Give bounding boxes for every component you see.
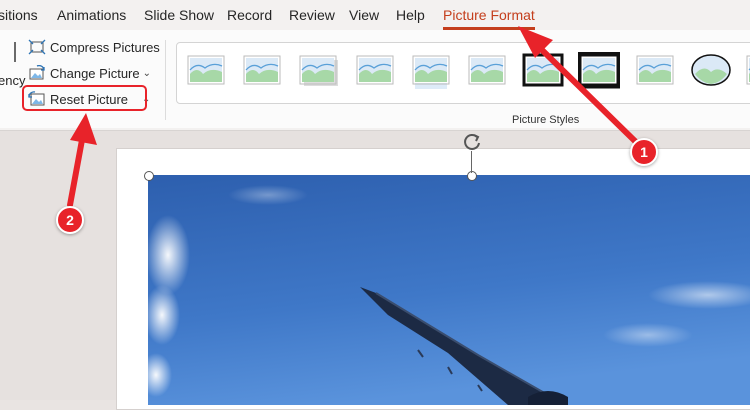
change-picture-button[interactable]: Change Picture ⌄ — [28, 62, 151, 84]
rotate-handle-icon[interactable] — [461, 131, 483, 153]
group-divider — [165, 40, 166, 120]
picture-style-thumbnail[interactable] — [690, 52, 732, 90]
tab-slide-show[interactable]: Slide Show — [144, 7, 214, 23]
resize-handle-top-middle[interactable] — [467, 171, 477, 181]
tab-view[interactable]: View — [349, 7, 379, 23]
callout-badge-1: 1 — [630, 138, 658, 166]
callout-badge-2: 2 — [56, 206, 84, 234]
picture-style-thumbnail[interactable] — [410, 52, 452, 90]
ribbon-tab-bar: sitions Animations Slide Show Record Rev… — [0, 0, 750, 30]
compress-pictures-icon — [28, 39, 46, 55]
reset-picture-highlight — [22, 85, 147, 111]
tab-picture-format[interactable]: Picture Format — [443, 7, 535, 30]
picture-styles-group-label: Picture Styles — [512, 114, 580, 126]
compress-pictures-button[interactable]: Compress Pictures — [28, 36, 160, 58]
chevron-down-icon[interactable]: ⌄ — [143, 68, 151, 79]
airplane-photo — [148, 175, 750, 405]
picture-style-thumbnail[interactable] — [185, 52, 227, 90]
tab-help[interactable]: Help — [396, 7, 425, 23]
change-picture-icon — [28, 64, 46, 81]
picture-style-thumbnail[interactable] — [297, 52, 339, 90]
transparency-label-fragment[interactable]: ency — [0, 73, 25, 88]
transparency-icon[interactable] — [4, 42, 16, 62]
tab-record[interactable]: Record — [227, 7, 272, 23]
picture-style-thumbnail[interactable] — [634, 52, 676, 90]
picture-style-thumbnail[interactable] — [466, 52, 508, 90]
picture-style-thumbnail[interactable] — [241, 52, 283, 90]
tab-transitions[interactable]: sitions — [0, 7, 38, 23]
tab-animations[interactable]: Animations — [57, 7, 126, 23]
selected-picture[interactable] — [148, 175, 750, 405]
compress-pictures-label: Compress Pictures — [50, 39, 160, 55]
picture-style-thumbnail[interactable] — [744, 52, 750, 90]
change-picture-label: Change Picture — [50, 65, 140, 81]
resize-handle-top-left[interactable] — [144, 171, 154, 181]
rotate-handle-stem — [471, 151, 472, 173]
picture-style-thumbnail[interactable] — [354, 52, 396, 90]
picture-style-thumbnail[interactable] — [576, 51, 622, 90]
tab-review[interactable]: Review — [289, 7, 335, 23]
picture-style-thumbnail[interactable] — [522, 52, 564, 90]
